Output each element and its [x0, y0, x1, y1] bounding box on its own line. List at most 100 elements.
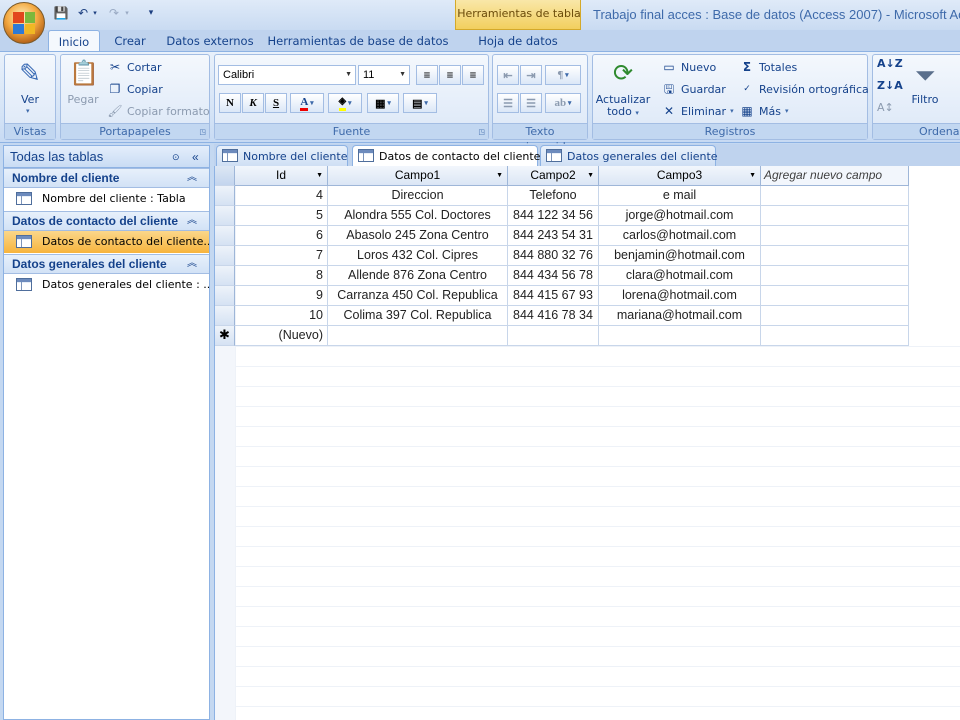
tab-inicio[interactable]: Inicio: [48, 30, 100, 52]
sort-descending-icon[interactable]: Z↓A: [877, 79, 903, 92]
save-icon[interactable]: 💾: [52, 4, 70, 22]
view-icon[interactable]: ✎: [13, 59, 47, 91]
row-selector[interactable]: [215, 306, 235, 326]
table-cell[interactable]: lorena@hotmail.com: [599, 286, 761, 306]
table-cell[interactable]: Loros 432 Col. Cipres: [328, 246, 508, 266]
table-cell[interactable]: mariana@hotmail.com: [599, 306, 761, 326]
table-cell[interactable]: e mail: [599, 186, 761, 206]
column-header-campo1[interactable]: Campo1 ▼: [328, 166, 508, 186]
empty-cell[interactable]: [508, 326, 599, 346]
empty-cell[interactable]: [761, 186, 909, 206]
filter-button[interactable]: Filtro: [903, 93, 947, 106]
fill-color-button[interactable]: ◈ ▾: [328, 93, 362, 113]
table-cell[interactable]: 844 243 54 31: [508, 226, 599, 246]
column-header-add-field[interactable]: Agregar nuevo campo: [761, 166, 909, 186]
table-cell[interactable]: 8: [235, 266, 328, 286]
align-left-button[interactable]: ≡: [416, 65, 438, 85]
empty-cell[interactable]: [328, 326, 508, 346]
table-cell[interactable]: Telefono: [508, 186, 599, 206]
view-dropdown-icon[interactable]: ▾: [26, 107, 30, 115]
sort-ascending-icon[interactable]: A↓Z: [877, 57, 903, 70]
table-cell[interactable]: 844 415 67 93: [508, 286, 599, 306]
chevron-up-icon[interactable]: ︽: [187, 169, 197, 187]
underline-button[interactable]: S: [265, 93, 287, 113]
empty-cell[interactable]: [599, 326, 761, 346]
table-cell[interactable]: Carranza 450 Col. Republica: [328, 286, 508, 306]
more-button[interactable]: ▦ Más ▾: [739, 101, 788, 121]
chevron-down-icon[interactable]: ▼: [345, 66, 352, 84]
chevron-down-icon[interactable]: ▼: [749, 166, 756, 185]
row-selector[interactable]: [215, 266, 235, 286]
empty-cell[interactable]: [761, 326, 909, 346]
chevron-down-icon[interactable]: ▾: [635, 109, 639, 117]
chevron-down-icon[interactable]: ▼: [316, 166, 323, 185]
doc-tab-contacto[interactable]: Datos de contacto del cliente: [352, 145, 540, 166]
table-cell[interactable]: 10: [235, 306, 328, 326]
dialog-launcher-icon[interactable]: ◳: [199, 128, 206, 136]
table-cell[interactable]: Direccion: [328, 186, 508, 206]
column-header-id[interactable]: Id ▼: [235, 166, 328, 186]
tab-herramientas-bd[interactable]: Herramientas de base de datos: [268, 30, 449, 52]
table-cell[interactable]: 844 416 78 34: [508, 306, 599, 326]
table-cell[interactable]: 6: [235, 226, 328, 246]
nav-group-generales[interactable]: Datos generales del cliente ︽: [4, 254, 209, 274]
chevron-up-icon[interactable]: ︽: [187, 255, 197, 273]
new-record-selector[interactable]: ✱: [215, 326, 235, 346]
tab-datos-externos[interactable]: Datos externos: [160, 30, 260, 52]
table-cell[interactable]: Abasolo 245 Zona Centro: [328, 226, 508, 246]
undo-dropdown-icon[interactable]: ▾: [90, 4, 100, 22]
table-cell[interactable]: 5: [235, 206, 328, 226]
table-cell[interactable]: 4: [235, 186, 328, 206]
row-selector[interactable]: [215, 226, 235, 246]
font-color-button[interactable]: A ▾: [290, 93, 324, 113]
font-name-combo[interactable]: Calibri ▼: [218, 65, 356, 85]
save-record-button[interactable]: 🖫 Guardar: [661, 79, 726, 99]
row-selector[interactable]: [215, 286, 235, 306]
funnel-icon[interactable]: ⏷: [909, 61, 941, 91]
align-center-button[interactable]: ≡: [439, 65, 461, 85]
new-record-button[interactable]: ▭ Nuevo: [661, 57, 716, 77]
table-cell[interactable]: Colima 397 Col. Republica: [328, 306, 508, 326]
new-record-cell[interactable]: (Nuevo): [235, 326, 328, 346]
chevron-down-icon[interactable]: ▼: [496, 166, 503, 185]
tab-crear[interactable]: Crear: [106, 30, 154, 52]
table-cell[interactable]: clara@hotmail.com: [599, 266, 761, 286]
doc-tab-nombre[interactable]: Nombre del cliente: [216, 145, 348, 166]
column-header-campo3[interactable]: Campo3 ▼: [599, 166, 761, 186]
row-selector[interactable]: [215, 206, 235, 226]
table-cell[interactable]: Alondra 555 Col. Doctores: [328, 206, 508, 226]
table-cell[interactable]: 9: [235, 286, 328, 306]
spelling-button[interactable]: ✓ Revisión ortográfica: [739, 79, 869, 99]
tab-hoja-de-datos[interactable]: Hoja de datos: [470, 30, 566, 52]
bold-button[interactable]: N: [219, 93, 241, 113]
align-right-button[interactable]: ≡: [462, 65, 484, 85]
table-cell[interactable]: 844 122 34 56: [508, 206, 599, 226]
table-cell[interactable]: carlos@hotmail.com: [599, 226, 761, 246]
chevron-down-icon[interactable]: ▼: [587, 166, 594, 185]
delete-record-button[interactable]: ✕ Eliminar ▾: [661, 101, 734, 121]
table-cell[interactable]: 844 880 32 76: [508, 246, 599, 266]
nav-item-contacto-tabla[interactable]: Datos de contacto del cliente...: [4, 231, 209, 253]
column-header-campo2[interactable]: Campo2 ▼: [508, 166, 599, 186]
table-cell[interactable]: Allende 876 Zona Centro: [328, 266, 508, 286]
chevron-down-icon[interactable]: ▾: [730, 107, 734, 115]
table-cell[interactable]: 844 434 56 78: [508, 266, 599, 286]
empty-cell[interactable]: [761, 306, 909, 326]
view-button[interactable]: Ver: [5, 93, 55, 106]
chevron-up-icon[interactable]: ︽: [187, 212, 197, 230]
empty-cell[interactable]: [761, 226, 909, 246]
office-button[interactable]: [3, 2, 45, 44]
cut-button[interactable]: ✂ Cortar: [107, 57, 162, 77]
totals-button[interactable]: Σ Totales: [739, 57, 797, 77]
row-selector[interactable]: [215, 186, 235, 206]
row-selector[interactable]: [215, 246, 235, 266]
empty-cell[interactable]: [761, 266, 909, 286]
dialog-launcher-icon[interactable]: ◳: [478, 128, 485, 136]
collapse-pane-icon[interactable]: «: [192, 146, 199, 168]
empty-cell[interactable]: [761, 206, 909, 226]
select-all-corner[interactable]: [215, 166, 235, 186]
gridlines-button[interactable]: ▦ ▾: [367, 93, 399, 113]
empty-cell[interactable]: [761, 286, 909, 306]
nav-pane-header[interactable]: Todas las tablas ⊙ «: [4, 146, 209, 168]
table-cell[interactable]: 7: [235, 246, 328, 266]
